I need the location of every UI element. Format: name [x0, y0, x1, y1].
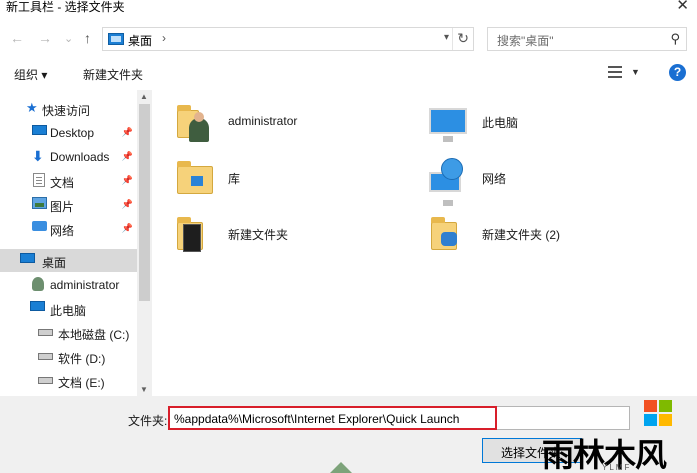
search-icon[interactable]: ⚲: [670, 31, 680, 47]
file-item-new-folder-2[interactable]: 新建文件夹 (2): [414, 206, 664, 258]
search-input[interactable]: 搜索"桌面" ⚲: [487, 27, 687, 51]
view-dropdown-icon[interactable]: ▼: [631, 67, 640, 77]
computer-icon: [429, 102, 469, 142]
sidebar-item-label: 图片: [50, 200, 75, 214]
sidebar-item-label: 此电脑: [50, 304, 87, 318]
pin-icon: 📌: [121, 151, 133, 161]
help-icon[interactable]: ?: [669, 64, 686, 81]
sidebar-item-label: 网络: [50, 224, 75, 238]
view-options-icon[interactable]: [608, 66, 622, 78]
desktop-icon: [108, 33, 124, 45]
sidebar-item-label: 快速访问: [42, 104, 91, 118]
network-icon: [429, 158, 469, 206]
sidebar-item-label: 软件 (D:): [58, 352, 106, 366]
pin-icon: 📌: [121, 127, 133, 137]
sidebar-item-label: administrator: [50, 278, 120, 292]
user-folder-icon: [175, 102, 215, 142]
up-arrow-icon[interactable]: ↑: [84, 30, 91, 46]
file-item-administrator[interactable]: administrator: [160, 94, 410, 146]
file-item-network[interactable]: 网络: [414, 150, 664, 206]
sidebar-item-label: 本地磁盘 (C:): [58, 328, 130, 342]
file-item-new-folder[interactable]: 新建文件夹: [160, 206, 410, 258]
file-item-label: 此电脑: [482, 116, 519, 130]
desktop-icon: [32, 125, 47, 135]
scrollbar-thumb[interactable]: [139, 104, 150, 301]
back-arrow-icon[interactable]: ←: [10, 30, 24, 46]
new-folder-button[interactable]: 新建文件夹: [83, 66, 143, 83]
sidebar-item-documents[interactable]: 文档 📌: [0, 169, 137, 192]
computer-icon: [30, 301, 45, 311]
title-bar: 新工具栏 - 选择文件夹 ✕: [0, 0, 697, 22]
pin-icon: 📌: [121, 175, 133, 185]
sidebar-item-label: 桌面: [42, 256, 67, 270]
desktop-icon: [20, 253, 35, 263]
documents-icon: [33, 173, 45, 187]
file-item-label: administrator: [228, 114, 298, 128]
folder-icon: [429, 214, 469, 254]
close-icon[interactable]: ✕: [676, 0, 689, 14]
file-item-label: 库: [228, 172, 241, 186]
window-title: 新工具栏 - 选择文件夹: [6, 0, 125, 14]
sidebar-item-drive-d[interactable]: 软件 (D:): [0, 345, 137, 368]
sidebar-item-downloads[interactable]: ⬇ Downloads 📌: [0, 145, 137, 168]
drive-icon: [38, 329, 53, 336]
library-folder-icon: [175, 158, 215, 198]
sidebar-item-label: 文档 (E:): [58, 376, 105, 390]
sidebar-item-drive-e[interactable]: 文档 (E:): [0, 369, 137, 392]
sidebar-item-label: Downloads: [50, 150, 110, 164]
organize-button[interactable]: 组织 ▾: [14, 66, 47, 83]
sidebar-item-label: 文档: [50, 176, 75, 190]
folder-icon: [175, 214, 215, 254]
recent-locations-chevron-icon[interactable]: ⌄: [64, 31, 73, 47]
search-placeholder: 搜索"桌面": [497, 34, 554, 48]
sidebar-item-quick-access[interactable]: ★ 快速访问: [0, 97, 137, 120]
navigation-pane: ★ 快速访问 Desktop 📌 ⬇ Downloads 📌 文档 📌 图片 📌…: [0, 90, 152, 396]
star-icon: ★: [26, 100, 38, 115]
sidebar-item-network-quick[interactable]: 网络 📌: [0, 217, 137, 240]
windows-logo-icon: [644, 400, 674, 428]
breadcrumb-separator-icon[interactable]: ›: [162, 31, 166, 45]
file-item-library[interactable]: 库: [160, 150, 410, 202]
address-divider: [452, 28, 453, 50]
drive-icon: [38, 377, 53, 384]
file-item-label: 新建文件夹 (2): [482, 228, 561, 242]
pin-icon: 📌: [121, 223, 133, 233]
pictures-icon: [32, 197, 47, 209]
scroll-down-icon[interactable]: ▼: [140, 385, 148, 394]
watermark-subtext: YLMF: [602, 463, 632, 472]
address-dropdown-icon[interactable]: ▾: [444, 32, 449, 43]
file-item-label: 新建文件夹: [228, 228, 289, 242]
network-icon: [32, 221, 47, 231]
refresh-icon[interactable]: ↻: [457, 30, 469, 47]
sidebar-item-drive-c[interactable]: 本地磁盘 (C:): [0, 321, 137, 344]
address-bar[interactable]: 桌面 › ▾ ↻: [102, 27, 474, 51]
watermark-logo: 雨林木风 YLMF: [540, 400, 697, 473]
folder-label: 文件夹:: [128, 414, 168, 428]
sidebar-item-desktop-root[interactable]: 桌面: [0, 249, 137, 272]
address-location[interactable]: 桌面: [128, 32, 152, 49]
file-list: administrator 此电脑 库 网络 新建文件夹 新建文件夹 (2): [160, 90, 697, 396]
sidebar-item-desktop[interactable]: Desktop 📌: [0, 121, 137, 144]
sidebar-item-pictures[interactable]: 图片 📌: [0, 193, 137, 216]
file-item-this-pc[interactable]: 此电脑: [414, 94, 664, 146]
sidebar-item-label: Desktop: [50, 126, 95, 140]
scroll-up-icon[interactable]: ▲: [140, 92, 148, 101]
command-toolbar: 组织 ▾ 新建文件夹 ▼ ?: [0, 58, 697, 86]
forward-arrow-icon[interactable]: →: [38, 30, 52, 46]
sidebar-item-this-pc[interactable]: 此电脑: [0, 297, 137, 320]
pin-icon: 📌: [121, 199, 133, 209]
user-icon: [32, 277, 44, 291]
navigation-bar: ← → ⌄ ↑ 桌面 › ▾ ↻ 搜索"桌面" ⚲: [0, 24, 697, 54]
sidebar-item-administrator[interactable]: administrator: [0, 273, 137, 296]
folder-path-value[interactable]: %appdata%\Microsoft\Internet Explorer\Qu…: [174, 412, 459, 426]
file-item-label: 网络: [482, 172, 507, 186]
sidebar-scrollbar[interactable]: ▲ ▼: [137, 90, 152, 396]
drive-icon: [38, 353, 53, 360]
downloads-icon: ⬇: [32, 148, 44, 164]
